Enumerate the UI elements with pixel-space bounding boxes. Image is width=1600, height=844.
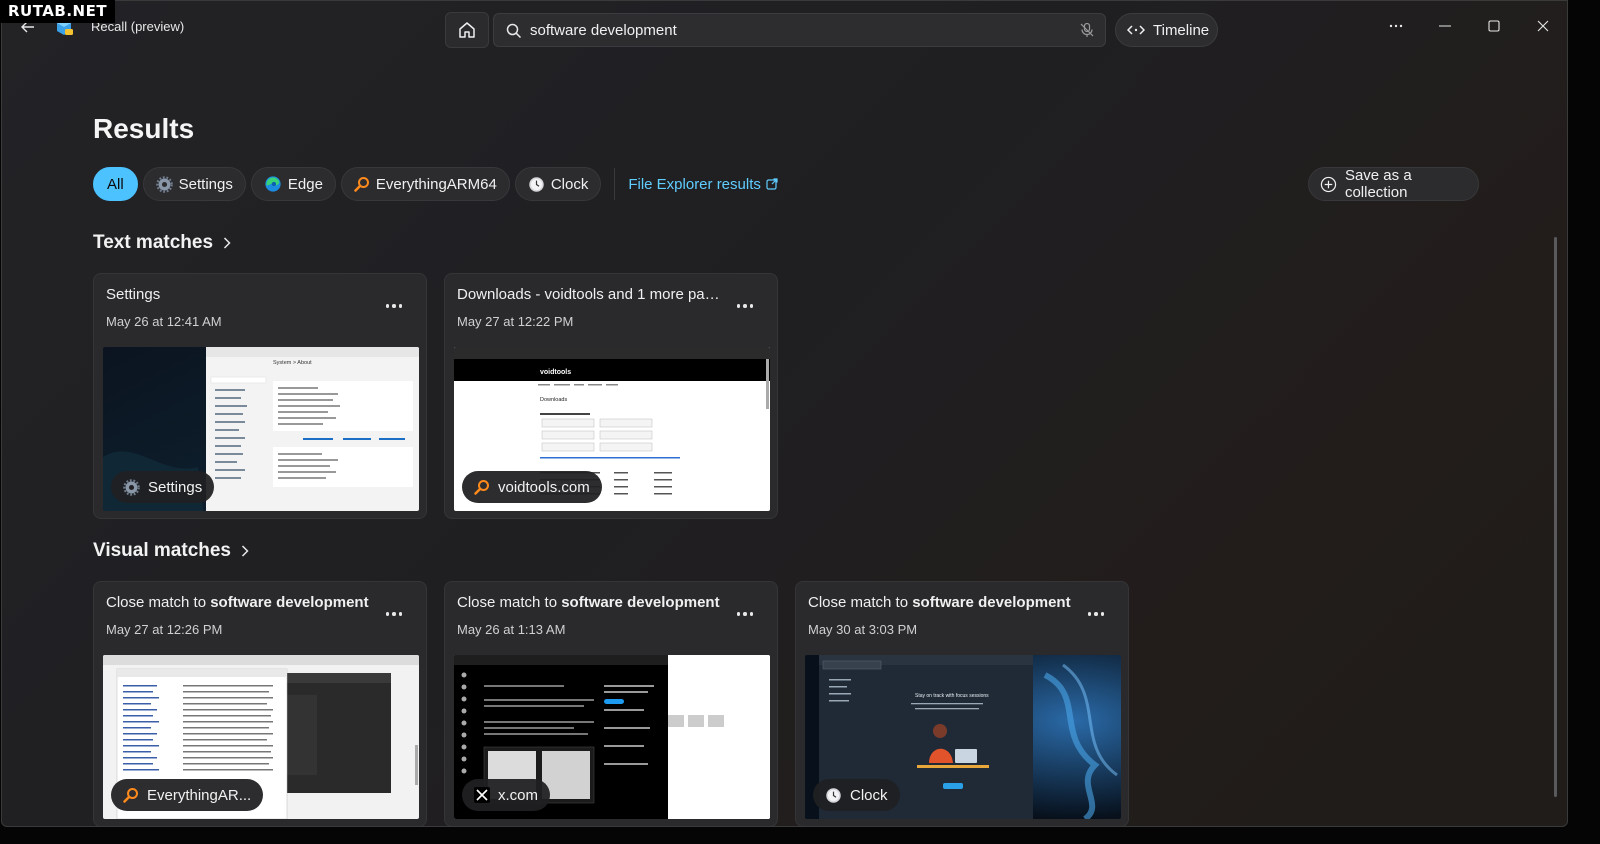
card-title: Settings: [106, 286, 161, 303]
microphone-off-icon[interactable]: [1079, 22, 1095, 38]
filter-label: Settings: [178, 175, 233, 193]
card-title: Close match to software development: [106, 594, 369, 611]
text-match-card-settings[interactable]: Settings May 26 at 12:41 AM System > Abo…: [93, 273, 427, 519]
filter-all[interactable]: All: [93, 167, 138, 201]
home-icon: [459, 22, 475, 38]
visual-match-card-clock[interactable]: Close match to software development May …: [795, 581, 1129, 826]
ellipsis-icon: [1389, 24, 1403, 28]
card-title: Downloads - voidtools and 1 more page...: [457, 286, 727, 303]
maximize-icon: [1488, 20, 1500, 32]
minimize-icon: [1439, 25, 1451, 27]
add-circle-icon: [1320, 176, 1337, 192]
card-more-button[interactable]: [733, 604, 757, 624]
filter-clock[interactable]: Clock: [514, 167, 602, 201]
thumb-voidtools-heading: Downloads: [540, 397, 567, 403]
visual-matches-label: Visual matches: [93, 540, 232, 561]
filter-bar: All Settings Edge EverythingARM64 Clock …: [93, 167, 778, 201]
search-input[interactable]: [530, 14, 1070, 46]
minimize-button[interactable]: [1422, 11, 1468, 41]
visual-match-card-everything[interactable]: Close match to software development May …: [93, 581, 427, 826]
visual-match-card-x[interactable]: Close match to software development May …: [444, 581, 778, 826]
file-explorer-results-label: File Explorer results: [628, 175, 761, 193]
x-logo-icon: [474, 787, 490, 803]
home-button[interactable]: [445, 12, 489, 48]
badge-label: Settings: [148, 478, 203, 496]
filter-label: EverythingARM64: [375, 175, 497, 193]
more-options-button[interactable]: [1373, 11, 1419, 41]
thumb-voidtools-site: voidtools: [540, 369, 571, 376]
visual-matches-heading[interactable]: Visual matches: [93, 540, 249, 562]
filter-settings[interactable]: Settings: [142, 167, 246, 201]
badge-label: voidtools.com: [498, 478, 590, 496]
text-match-card-voidtools[interactable]: Downloads - voidtools and 1 more page...…: [444, 273, 778, 519]
card-date: May 27 at 12:26 PM: [106, 622, 223, 637]
filter-everythingarm64[interactable]: EverythingARM64: [340, 167, 510, 201]
badge-label: EverythingAR...: [147, 786, 252, 804]
card-date: May 30 at 3:03 PM: [808, 622, 918, 637]
everything-search-icon: [354, 177, 369, 192]
clock-icon: [529, 176, 544, 192]
timeline-label: Timeline: [1153, 21, 1210, 39]
settings-gear-icon: [155, 175, 173, 193]
voidtools-snapshot-thumbnail[interactable]: voidtools Downloads voidtools.com: [454, 347, 770, 511]
match-term: software development: [912, 594, 1071, 611]
filter-label: All: [107, 175, 124, 193]
timeline-icon: [1127, 25, 1145, 35]
filter-edge[interactable]: Edge: [250, 167, 336, 201]
chevron-right-icon: [224, 237, 231, 249]
card-more-button[interactable]: [382, 296, 406, 316]
match-term: software development: [210, 594, 369, 611]
x-snapshot-thumbnail[interactable]: x.com: [454, 655, 770, 819]
results-title: Results: [93, 113, 195, 144]
everything-search-icon: [474, 480, 489, 495]
badge-label: Clock: [850, 786, 888, 804]
card-title: Close match to software development: [457, 594, 720, 611]
thumb-app-badge: voidtools.com: [462, 471, 602, 503]
thumb-app-badge: x.com: [462, 779, 551, 811]
card-more-button[interactable]: [733, 296, 757, 316]
recall-window: Recall (preview) Timeline Results: [1, 0, 1568, 827]
card-date: May 26 at 1:13 AM: [457, 622, 566, 637]
thumb-settings-header: System > About: [273, 360, 312, 366]
card-more-button[interactable]: [1084, 604, 1108, 624]
search-box[interactable]: [493, 13, 1106, 47]
timeline-button[interactable]: Timeline: [1115, 13, 1218, 47]
card-date: May 27 at 12:22 PM: [457, 314, 574, 329]
close-button[interactable]: [1520, 11, 1566, 41]
badge-label: x.com: [498, 786, 539, 804]
card-title: Close match to software development: [808, 594, 1071, 611]
card-date: May 26 at 12:41 AM: [106, 314, 222, 329]
thumb-app-badge: Settings: [111, 471, 215, 503]
thumb-clock-promo: Stay on track with focus sessions: [915, 693, 989, 699]
vertical-scrollbar[interactable]: [1554, 237, 1557, 797]
match-term: software development: [561, 594, 720, 611]
watermark: RUTAB.NET: [0, 0, 116, 23]
settings-snapshot-thumbnail[interactable]: System > About Settings: [103, 347, 419, 511]
chevron-right-icon: [241, 545, 249, 557]
edge-browser-icon: [265, 176, 281, 192]
close-icon: [1537, 20, 1549, 32]
clock-snapshot-thumbnail[interactable]: Stay on track with focus sessions Clock: [805, 655, 1121, 819]
filter-divider: [614, 168, 616, 200]
save-as-collection-button[interactable]: Save as a collection: [1308, 167, 1479, 201]
filter-label: Edge: [287, 175, 323, 193]
file-explorer-results-link[interactable]: File Explorer results: [628, 176, 778, 193]
search-icon: [506, 23, 522, 39]
title-bar: Recall (preview) Timeline: [2, 1, 1567, 57]
card-more-button[interactable]: [382, 604, 406, 624]
thumb-app-badge: EverythingAR...: [111, 779, 264, 811]
maximize-button[interactable]: [1471, 11, 1517, 41]
settings-gear-icon: [123, 478, 140, 496]
text-matches-heading[interactable]: Text matches: [93, 232, 231, 254]
everything-search-icon: [123, 788, 138, 803]
clock-icon: [826, 787, 841, 803]
everything-snapshot-thumbnail[interactable]: EverythingAR...: [103, 655, 419, 819]
filter-label: Clock: [550, 175, 589, 193]
save-as-collection-label: Save as a collection: [1344, 167, 1412, 201]
text-matches-label: Text matches: [93, 232, 214, 253]
thumb-app-badge: Clock: [813, 779, 900, 811]
external-link-icon: [766, 178, 778, 190]
